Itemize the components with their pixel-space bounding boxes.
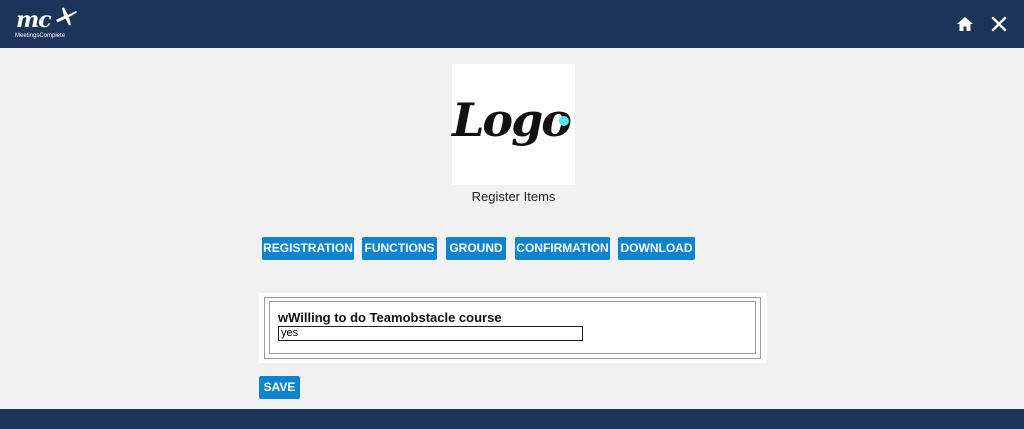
home-icon[interactable] (953, 12, 977, 36)
airplane-icon (56, 7, 77, 26)
brand-name: MeetingsComplete (15, 33, 66, 39)
tab-registration[interactable]: REGISTRATION (262, 237, 354, 260)
save-button[interactable]: SAVE (259, 376, 300, 399)
logo-text: Logo (452, 93, 572, 147)
question-frame: wWilling to do Teamobstacle course (264, 297, 761, 359)
brand-mark: mc (16, 7, 52, 33)
page-title: Register Items (471, 189, 556, 204)
footer-bar (0, 409, 1024, 429)
tab-functions[interactable]: FUNCTIONS (362, 237, 437, 260)
tab-ground[interactable]: GROUND (446, 237, 506, 260)
tab-download[interactable]: DOWNLOAD (618, 237, 695, 260)
question-card: wWilling to do Teamobstacle course (259, 293, 767, 363)
top-bar: mc MeetingsComplete (0, 0, 1024, 48)
question-panel: wWilling to do Teamobstacle course (269, 301, 756, 354)
tab-confirmation[interactable]: CONFIRMATION (515, 237, 610, 260)
close-icon[interactable] (987, 12, 1011, 36)
event-logo: Logo (452, 64, 575, 185)
logo-dot (559, 116, 569, 126)
answer-input[interactable] (278, 326, 583, 341)
brand-logo[interactable]: mc MeetingsComplete (14, 4, 84, 44)
question-label: wWilling to do Teamobstacle course (278, 310, 502, 325)
